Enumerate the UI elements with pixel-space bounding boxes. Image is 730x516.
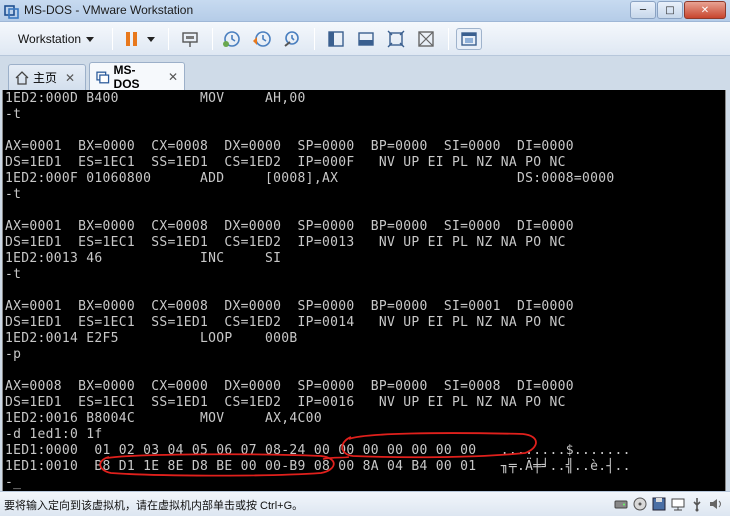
console-line: -d 1ed1:0 1f [5, 427, 103, 442]
workstation-menu-button[interactable]: Workstation [8, 28, 104, 50]
quick-switch-button[interactable] [354, 28, 378, 50]
hard-disk-icon [614, 500, 628, 509]
virtual-machine-icon [96, 71, 110, 83]
snapshot-manager-button[interactable] [280, 28, 304, 50]
snapshot-icon [223, 31, 240, 47]
library-button[interactable] [456, 28, 482, 50]
full-screen-button[interactable] [384, 28, 408, 50]
tab-home-label: 主页 [33, 71, 58, 85]
pause-button[interactable] [118, 28, 158, 50]
cd-drive-icon [633, 497, 647, 511]
tab-home[interactable]: 主页 ✕ [8, 64, 86, 90]
revert-snapshot-icon [253, 31, 271, 47]
floppy-icon [652, 497, 666, 511]
sound-icon [710, 499, 721, 509]
snapshot-manager-icon [284, 31, 299, 47]
console-line: AX=0001 BX=0000 CX=0008 DX=0000 SP=0000 … [5, 139, 574, 154]
console-line: -t [5, 267, 22, 282]
send-keys-button[interactable] [178, 28, 202, 50]
title-bar: MS-DOS - VMware Workstation ─ □ ✕ [0, 0, 730, 22]
device-status-icons [613, 496, 724, 512]
chevron-down-icon [146, 36, 155, 42]
tab-ms-dos-close-button[interactable]: ✕ [168, 70, 178, 84]
take-snapshot-button[interactable] [220, 28, 244, 50]
status-bar: 要将输入定向到该虚拟机，请在虚拟机内部单击或按 Ctrl+G。 [0, 491, 730, 516]
console-line: -t [5, 107, 22, 122]
send-keys-icon [182, 32, 198, 47]
console-line: 1ED2:0013 46 INC SI [5, 251, 282, 266]
library-icon [461, 32, 477, 46]
toolbar: Workstation [0, 22, 730, 56]
chevron-down-icon [86, 36, 95, 42]
maximize-button[interactable]: □ [657, 1, 683, 19]
console-line: 1ED2:0016 B8004C MOV AX,4C00 [5, 411, 322, 426]
quick-switch-icon [358, 32, 374, 46]
console-line: -p [5, 347, 22, 362]
hard-disk-status[interactable] [613, 496, 629, 512]
minimize-button[interactable]: ─ [630, 1, 656, 19]
console-view-button[interactable] [324, 28, 348, 50]
tab-ms-dos-label: MS-DOS [113, 62, 140, 91]
tab-bar: 主页 ✕ MS-DOS ✕ [0, 56, 730, 91]
console-line: DS=1ED1 ES=1EC1 SS=1ED1 CS=1ED2 IP=0013 … [5, 235, 566, 250]
status-message: 要将输入定向到该虚拟机，请在虚拟机内部单击或按 Ctrl+G。 [4, 500, 304, 512]
window-title: MS-DOS - VMware Workstation [24, 3, 194, 17]
console-line: AX=0008 BX=0000 CX=0000 DX=0000 SP=0000 … [5, 379, 574, 394]
workstation-menu-label: Workstation [17, 32, 82, 46]
sound-status[interactable] [708, 496, 724, 512]
unity-button[interactable] [414, 28, 438, 50]
floppy-status[interactable] [651, 496, 667, 512]
home-icon [15, 70, 29, 85]
console-line: 1ED2:0014 E2F5 LOOP 000B [5, 331, 298, 346]
vm-console[interactable]: 1ED2:000D B400 MOV AH,00 -t AX=0001 BX=0… [2, 90, 726, 491]
vmware-logo-icon [4, 5, 19, 19]
tab-home-close-button[interactable]: ✕ [65, 71, 75, 85]
console-line: AX=0001 BX=0000 CX=0008 DX=0000 SP=0000 … [5, 299, 574, 314]
unity-icon [418, 31, 434, 47]
console-output: 1ED2:000D B400 MOV AH,00 -t AX=0001 BX=0… [5, 91, 631, 491]
pause-icon [125, 32, 137, 46]
cd-drive-status[interactable] [632, 496, 648, 512]
console-view-icon [328, 31, 344, 47]
console-line: -_ [5, 475, 22, 490]
usb-status[interactable] [689, 496, 705, 512]
console-line: DS=1ED1 ES=1EC1 SS=1ED1 CS=1ED2 IP=0016 … [5, 395, 566, 410]
console-line: 1ED2:000F 01060800 ADD [0008],AX DS:0008… [5, 171, 615, 186]
console-line: 1ED1:0010 B8 D1 1E 8E D8 BE 00 00-B9 08 … [5, 459, 631, 474]
console-line: DS=1ED1 ES=1EC1 SS=1ED1 CS=1ED2 IP=000F … [5, 155, 566, 170]
console-line: 1ED2:000D B400 MOV AH,00 [5, 91, 306, 106]
revert-snapshot-button[interactable] [250, 28, 274, 50]
console-line: 1ED1:0000 01 02 03 04 05 06 07 08-24 00 … [5, 443, 631, 458]
window-controls: ─ □ ✕ [630, 1, 726, 19]
usb-icon [693, 498, 701, 512]
console-line: DS=1ED1 ES=1EC1 SS=1ED1 CS=1ED2 IP=0014 … [5, 315, 566, 330]
network-icon [671, 498, 685, 511]
tab-ms-dos[interactable]: MS-DOS ✕ [89, 62, 185, 91]
network-status[interactable] [670, 496, 686, 512]
close-window-button[interactable]: ✕ [684, 1, 726, 19]
console-line: -t [5, 187, 22, 202]
full-screen-icon [387, 30, 405, 48]
console-line: AX=0001 BX=0000 CX=0008 DX=0000 SP=0000 … [5, 219, 574, 234]
